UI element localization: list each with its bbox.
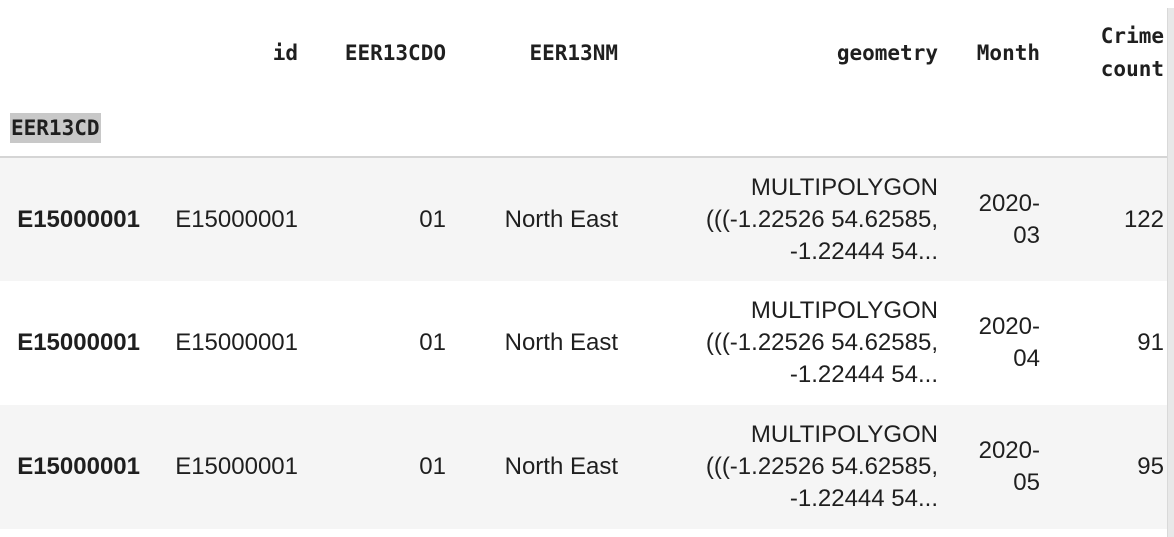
row-index: E15000001 (17, 453, 140, 480)
geometry-line: -1.22444 54... (789, 237, 938, 265)
month-line: 04 (1013, 345, 1040, 372)
column-header-eer13cdo: EER13CDO (344, 40, 446, 65)
month-line: 2020- (978, 313, 1040, 340)
column-header-eer13nm: EER13NM (529, 40, 618, 65)
cell-id: E15000001 (175, 205, 298, 233)
cell-id: E15000001 (175, 329, 298, 356)
cell-geometry: MULTIPOLYGON (((-1.22526 54.62585, -1.22… (628, 157, 948, 281)
month-line: 2020- (978, 437, 1040, 464)
cell-month: 2020- 03 (948, 157, 1050, 281)
column-header-row: id EER13CDO EER13NM geometry Month Crime… (0, 0, 1174, 106)
geometry-line: (((-1.22526 54.62585, (705, 453, 938, 480)
vertical-scrollbar[interactable] (1167, 8, 1174, 537)
month-line: 03 (1013, 221, 1040, 249)
column-header-month: Month (976, 40, 1040, 65)
month-line: 2020- (978, 189, 1040, 217)
column-header-geometry: geometry (836, 40, 938, 65)
crime-header-line2: count (1100, 57, 1164, 81)
cell-month: 2020- 05 (948, 405, 1050, 529)
geometry-line: MULTIPOLYGON (750, 297, 938, 324)
cell-eer13nm: North East (504, 329, 618, 356)
geometry-line: MULTIPOLYGON (750, 421, 938, 448)
table-row: E15000001 E15000001 01 North East MULTIP… (0, 281, 1174, 405)
index-header-row: EER13CD (0, 106, 1174, 158)
cell-eer13nm: North East (504, 205, 618, 233)
cell-eer13cdo: 01 (419, 453, 446, 480)
geometry-line: -1.22444 54... (789, 485, 938, 512)
row-index: E15000001 (17, 329, 140, 356)
geometry-line: -1.22444 54... (789, 361, 938, 388)
index-name-label[interactable]: EER13CD (10, 113, 101, 143)
column-header-id: id (272, 40, 298, 65)
month-line: 05 (1013, 469, 1040, 496)
cell-id: E15000001 (175, 453, 298, 480)
cell-eer13cdo: 01 (419, 329, 446, 356)
geometry-line: (((-1.22526 54.62585, (705, 205, 938, 233)
table-row: E15000001 E15000001 01 North East MULTIP… (0, 405, 1174, 529)
cell-crime-count: 91 (1137, 329, 1164, 356)
dataframe-table: id EER13CDO EER13NM geometry Month Crime… (0, 0, 1174, 529)
cell-geometry: MULTIPOLYGON (((-1.22526 54.62585, -1.22… (628, 405, 948, 529)
geometry-line: MULTIPOLYGON (750, 173, 938, 201)
table-row: E15000001 E15000001 01 North East MULTIP… (0, 157, 1174, 281)
row-index: E15000001 (17, 205, 140, 233)
geometry-line: (((-1.22526 54.62585, (705, 329, 938, 356)
crime-header-line1: Crime (1100, 24, 1164, 48)
blank-header-cell (0, 0, 150, 106)
cell-eer13cdo: 01 (419, 205, 446, 233)
column-header-crime-count: Crime count (1050, 0, 1174, 106)
dataframe-output: id EER13CDO EER13NM geometry Month Crime… (0, 0, 1174, 537)
index-header-cell: EER13CD (0, 106, 150, 158)
cell-month: 2020- 04 (948, 281, 1050, 405)
cell-geometry: MULTIPOLYGON (((-1.22526 54.62585, -1.22… (628, 281, 948, 405)
cell-crime-count: 95 (1137, 453, 1164, 480)
cell-crime-count: 122 (1123, 205, 1164, 233)
cell-eer13nm: North East (504, 453, 618, 480)
